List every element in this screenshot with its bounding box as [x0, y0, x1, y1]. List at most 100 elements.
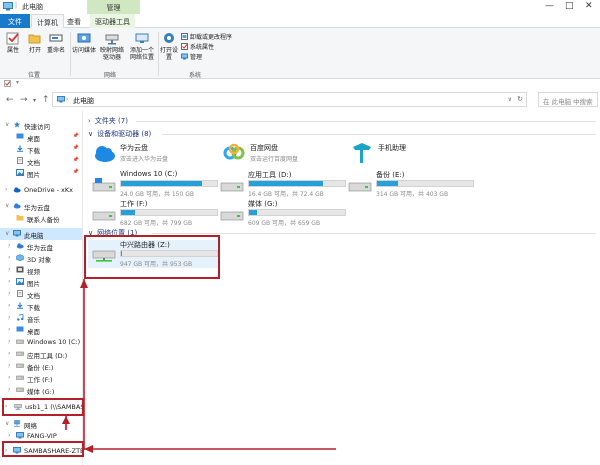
chevron-right-icon[interactable]: ›: [8, 254, 10, 261]
sidebar-item-drive-g[interactable]: › 媒体 (G:): [0, 384, 82, 396]
pin-icon[interactable]: 📌: [73, 157, 79, 163]
pin-icon[interactable]: 📌: [73, 169, 79, 175]
sidebar-item-contacts-backup[interactable]: 联系人备份: [0, 212, 82, 224]
search-box[interactable]: 在 此电脑 中搜索: [538, 92, 598, 107]
sidebar-item-huawei-cloud-pc[interactable]: › 华为云盘: [0, 240, 82, 252]
desktop-icon: [16, 133, 24, 139]
drive-f[interactable]: 工作 (F:) 682 GB 可用，共 799 GB: [88, 199, 218, 227]
minimize-button[interactable]: —: [545, 1, 554, 11]
drive-g[interactable]: 媒体 (G:) 609 GB 可用，共 659 GB: [216, 199, 346, 227]
chevron-down-icon[interactable]: ∨: [5, 121, 9, 128]
sidebar-item-videos[interactable]: › 视频: [0, 264, 82, 276]
open-button[interactable]: 打开: [26, 31, 44, 54]
forward-arrow-icon[interactable]: →: [20, 95, 28, 105]
sidebar-item-drive-c[interactable]: › Windows 10 (C:): [0, 336, 82, 348]
chevron-right-icon[interactable]: ›: [8, 432, 10, 439]
tab-computer[interactable]: 计算机: [31, 14, 64, 28]
pin-icon[interactable]: 📌: [73, 145, 79, 151]
sidebar-item-desktop[interactable]: 桌面 📌: [0, 131, 82, 143]
add-network-location-button[interactable]: 添加一个网络位置: [128, 31, 156, 61]
chevron-right-icon[interactable]: ›: [8, 314, 10, 321]
chevron-right-icon[interactable]: ›: [8, 374, 10, 381]
rename-button[interactable]: 重命名: [45, 31, 67, 54]
access-media-button[interactable]: 访问媒体: [72, 31, 96, 54]
tab-drive-tools[interactable]: 驱动器工具: [90, 14, 135, 28]
map-network-drive-label: 映射网络驱动器: [99, 47, 124, 61]
chevron-right-icon[interactable]: ›: [8, 302, 10, 309]
sidebar-item-drive-f[interactable]: › 工作 (F:): [0, 372, 82, 384]
pin-icon[interactable]: 📌: [73, 133, 79, 139]
quick-access-toolbar[interactable]: |: [15, 2, 17, 9]
chevron-down-icon[interactable]: ∨: [88, 130, 93, 138]
chevron-down-icon[interactable]: ∨: [5, 420, 9, 427]
uninstall-program-button[interactable]: 卸载或更改程序: [181, 32, 232, 41]
sidebar-item-music[interactable]: › 音乐: [0, 312, 82, 324]
sidebar-item-huawei-cloud[interactable]: ∨ 华为云盘: [0, 200, 82, 212]
sidebar-item-drive-e[interactable]: › 备份 (E:): [0, 360, 82, 372]
chevron-down-icon[interactable]: ∨: [5, 230, 9, 237]
chevron-right-icon[interactable]: ›: [8, 338, 10, 345]
add-network-location-label: 添加一个网络位置: [129, 47, 154, 61]
sidebar-item-onedrive[interactable]: › OneDrive - xKx: [0, 184, 82, 196]
chevron-right-icon[interactable]: ›: [8, 386, 10, 393]
sidebar-item-desktop-pc[interactable]: › 桌面: [0, 324, 82, 336]
refresh-icon[interactable]: ↻: [517, 95, 523, 103]
drive-d[interactable]: 应用工具 (D:) 16.4 GB 可用，共 72.4 GB: [216, 170, 346, 198]
system-properties-button[interactable]: 系统属性: [181, 42, 214, 51]
sidebar-item-this-pc[interactable]: ∨ 此电脑: [0, 228, 82, 240]
sidebar-item-documents-pc[interactable]: › 文档: [0, 288, 82, 300]
chevron-right-icon[interactable]: ›: [8, 290, 10, 297]
huawei-cloud-item[interactable]: 华为云盘 双击进入华为云盘: [90, 141, 210, 169]
chevron-down-icon[interactable]: ∨: [5, 202, 9, 209]
sidebar-item-pictures-pc[interactable]: › 图片: [0, 276, 82, 288]
drive-e[interactable]: 备份 (E:) 314 GB 可用，共 403 GB: [344, 170, 474, 198]
up-arrow-icon[interactable]: ↑: [42, 95, 50, 105]
baidu-netdisk-item[interactable]: 百度网盘 双击运行百度网盘: [220, 141, 340, 169]
chevron-right-icon[interactable]: ›: [8, 326, 10, 333]
drive-label: 应用工具 (D:): [248, 171, 292, 179]
chevron-right-icon[interactable]: ›: [8, 266, 10, 273]
sidebar-item-label: 视频: [27, 268, 40, 276]
sidebar-item-downloads-pc[interactable]: › 下载: [0, 300, 82, 312]
drive-usage-fill: [121, 181, 202, 186]
sidebar-item-label: 应用工具 (D:): [27, 352, 68, 360]
checkmark-icon[interactable]: [4, 80, 11, 87]
sidebar-item-network[interactable]: ∨ 网络: [0, 418, 82, 430]
section-header-devices[interactable]: ∨ 设备和驱动器 (8): [88, 129, 151, 139]
sidebar-item-3d-objects[interactable]: › 3D 对象: [0, 252, 82, 264]
drive-capacity: 314 GB 可用，共 403 GB: [376, 191, 449, 198]
chevron-right-icon[interactable]: ›: [88, 117, 91, 125]
add-network-location-icon: [135, 33, 149, 43]
back-arrow-icon[interactable]: ←: [6, 95, 14, 105]
chevron-right-icon[interactable]: ›: [5, 186, 7, 193]
close-button[interactable]: ✕: [585, 1, 593, 11]
recent-locations-chevron-icon[interactable]: ▾: [33, 97, 36, 104]
map-network-drive-button[interactable]: 映射网络驱动器: [99, 31, 125, 61]
address-bar[interactable]: › 此电脑 ∨ ↻: [52, 92, 527, 107]
sidebar-item-documents[interactable]: 文档 📌: [0, 155, 82, 167]
sidebar-item-label: 媒体 (G:): [27, 388, 55, 396]
maximize-button[interactable]: □: [565, 1, 574, 11]
sidebar-item-drive-d[interactable]: › 应用工具 (D:): [0, 348, 82, 360]
chevron-right-icon[interactable]: ›: [8, 278, 10, 285]
chevron-right-icon[interactable]: ›: [8, 362, 10, 369]
sidebar-item-label: 3D 对象: [27, 256, 52, 264]
chevron-right-icon[interactable]: ›: [8, 242, 10, 249]
sidebar-item-pictures[interactable]: 图片 📌: [0, 167, 82, 179]
drive-c[interactable]: Windows 10 (C:) 24.0 GB 可用，共 150 GB: [88, 170, 218, 198]
sidebar-item-downloads[interactable]: 下载 📌: [0, 143, 82, 155]
group-label-network: 网络: [104, 72, 117, 79]
phone-assistant-item[interactable]: 手机助理: [348, 141, 468, 169]
address-dropdown-icon[interactable]: ∨: [508, 96, 512, 103]
chevron-right-icon[interactable]: ›: [8, 350, 10, 357]
context-tab-manage[interactable]: 管理: [87, 0, 140, 14]
drive-icon: [16, 363, 24, 368]
manage-button[interactable]: 管理: [181, 52, 202, 61]
open-settings-button[interactable]: 打开设置: [160, 31, 178, 61]
customize-quick-access-icon[interactable]: ▾: [16, 79, 19, 86]
tab-file[interactable]: 文件: [0, 14, 30, 28]
sidebar-item-quick-access[interactable]: ∨ 快速访问: [0, 119, 82, 131]
properties-button[interactable]: 属性: [4, 31, 22, 54]
section-header-folders[interactable]: › 文件夹 (7): [88, 116, 128, 126]
tab-view[interactable]: 查看: [62, 14, 86, 28]
